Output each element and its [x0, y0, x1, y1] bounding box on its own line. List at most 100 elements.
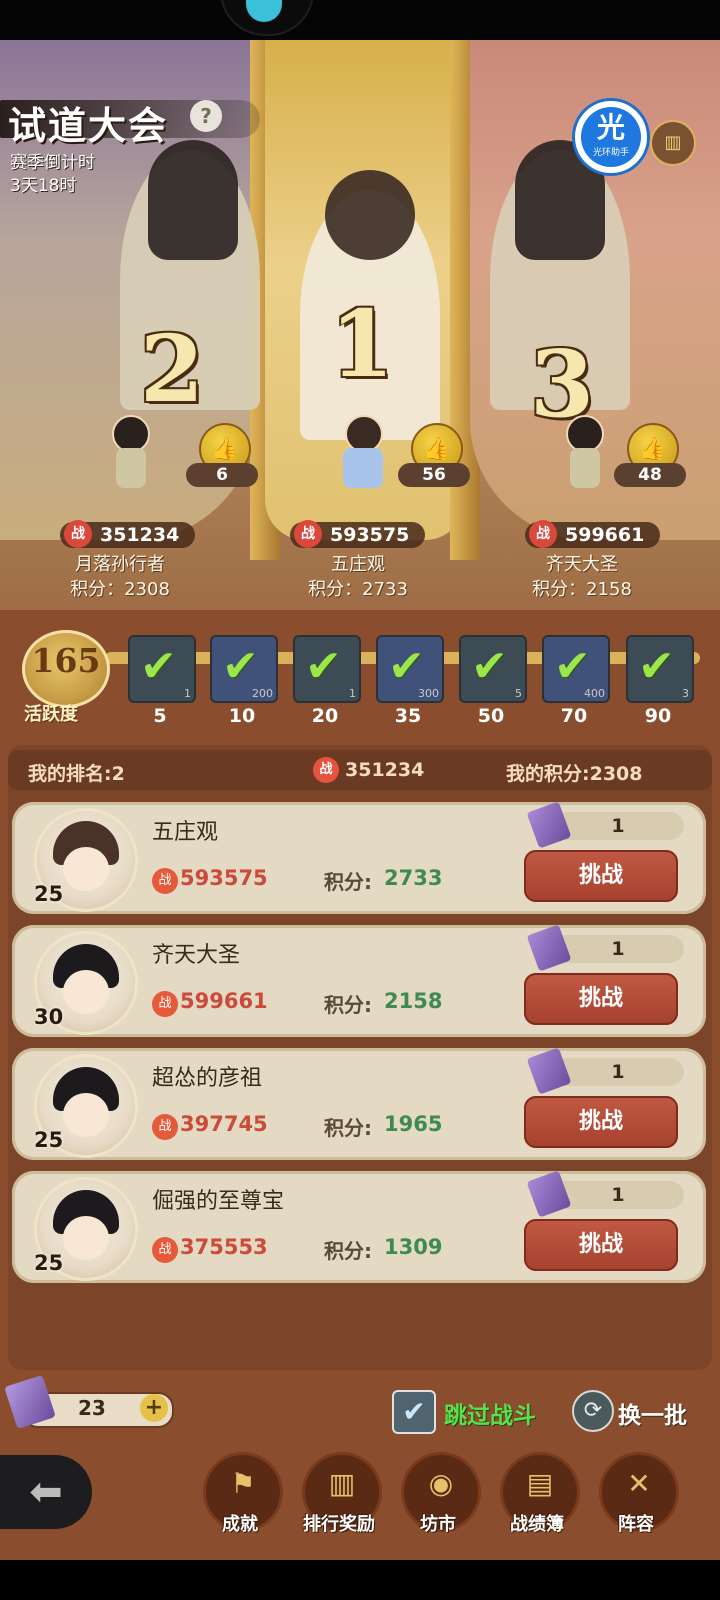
- skip-battle-checkbox[interactable]: ✔: [392, 1390, 436, 1434]
- challenge-button[interactable]: 挑战: [524, 973, 678, 1025]
- bar-chart-icon[interactable]: ▥: [650, 120, 696, 166]
- ticket-icon: [526, 924, 572, 972]
- nav-label[interactable]: 成就: [195, 1510, 285, 1536]
- activity-reward-chest[interactable]: ✔ 1: [128, 635, 196, 703]
- power-pill-rank-2: 战 351234: [60, 520, 196, 548]
- ticket-icon: [526, 801, 572, 849]
- back-arrow-icon[interactable]: ⬅: [0, 1455, 92, 1529]
- skip-battle-label[interactable]: 跳过战斗: [444, 1396, 536, 1430]
- checkmark-icon: ✔: [222, 641, 259, 692]
- ticket-cost: 1: [552, 935, 684, 963]
- checkmark-icon: ✔: [638, 641, 675, 692]
- power-flame-icon: 战: [294, 520, 322, 548]
- activity-reward-chest[interactable]: ✔ 5: [459, 635, 527, 703]
- refresh-icon[interactable]: ⟳: [572, 1390, 614, 1432]
- reward-amount: 200: [252, 687, 273, 700]
- help-button[interactable]: ?: [190, 100, 222, 132]
- opponent-power: 599661: [180, 989, 268, 1013]
- activity-reward-chest[interactable]: ✔ 400: [542, 635, 610, 703]
- chibi-body: [343, 448, 383, 488]
- ticket-icon: [526, 1170, 572, 1218]
- power-value: 593575: [330, 524, 410, 546]
- like-count-rank-1: 56: [398, 463, 470, 487]
- activity-label: 活跃度: [24, 704, 78, 725]
- ticket-cost: 1: [552, 1058, 684, 1086]
- scroll-icon: ▤: [526, 1467, 554, 1500]
- ranking-icon: ▥: [328, 1467, 356, 1500]
- formation-icon: ✕: [627, 1467, 651, 1500]
- banner-icon: ⚑: [230, 1467, 256, 1500]
- player-name-rank-2: 月落孙行者: [75, 554, 165, 575]
- opponent-score-label: 积分:: [324, 1239, 372, 1263]
- refresh-button[interactable]: 换一批: [618, 1396, 687, 1430]
- rank-number-2: 2: [140, 315, 205, 423]
- challenge-button[interactable]: 挑战: [524, 1096, 678, 1148]
- countdown-value: 3天18时: [10, 176, 77, 196]
- power-flame-icon: 战: [152, 991, 178, 1017]
- opponent-card: 25 倔强的至尊宝 战 375553 积分: 1309 1 挑战: [12, 1170, 706, 1283]
- activity-reward-chest[interactable]: ✔ 300: [376, 635, 444, 703]
- countdown-label: 赛季倒计时: [10, 153, 95, 173]
- assistant-app-button[interactable]: 光 光环助手: [572, 98, 650, 176]
- opponent-name: 五庄观: [152, 820, 219, 845]
- top-bar: [0, 0, 720, 40]
- milestone-threshold: 70: [560, 705, 588, 727]
- opponent-score-label: 积分:: [324, 870, 372, 894]
- activity-reward-chest[interactable]: ✔ 3: [626, 635, 694, 703]
- challenge-button[interactable]: 挑战: [524, 1219, 678, 1271]
- opponent-power: 375553: [180, 1235, 268, 1259]
- activity-badge: 165: [22, 630, 110, 708]
- opponent-score: 2158: [384, 989, 443, 1013]
- opponent-level: 30: [34, 1005, 64, 1029]
- opponent-name: 超怂的彦祖: [152, 1066, 263, 1091]
- reward-amount: 1: [184, 687, 191, 700]
- power-flame-icon: 战: [529, 520, 557, 548]
- checkmark-icon: ✔: [471, 641, 508, 692]
- avatar-face: [63, 970, 109, 1014]
- like-count-rank-3: 48: [614, 463, 686, 487]
- my-power: 351234: [345, 759, 425, 781]
- assistant-icon: 光 光环助手: [581, 107, 641, 167]
- player-name-rank-3: 齐天大圣: [546, 554, 618, 575]
- activity-reward-chest[interactable]: ✔ 200: [210, 635, 278, 703]
- nav-label[interactable]: 阵容: [591, 1510, 681, 1536]
- avatar-face: [63, 847, 109, 891]
- checkmark-icon: ✔: [305, 641, 342, 692]
- power-flame-icon: 战: [313, 757, 339, 783]
- chibi-body: [116, 448, 146, 488]
- nav-label[interactable]: 战绩簿: [492, 1510, 582, 1536]
- assistant-label: 光环助手: [592, 148, 629, 158]
- opponent-power: 593575: [180, 866, 268, 890]
- avatar-face: [63, 1216, 109, 1260]
- player-score-rank-2: 积分：2308: [70, 579, 170, 600]
- power-value: 351234: [100, 524, 180, 546]
- chibi-body: [570, 448, 600, 488]
- reward-amount: 300: [418, 687, 439, 700]
- power-flame-icon: 战: [152, 1114, 178, 1140]
- milestone-threshold: 5: [153, 705, 167, 727]
- nav-label[interactable]: 坊市: [393, 1510, 483, 1536]
- add-ticket-button[interactable]: +: [140, 1394, 168, 1422]
- rank-number-1: 1: [330, 290, 395, 398]
- power-flame-icon: 战: [152, 868, 178, 894]
- opponent-score: 1309: [384, 1235, 443, 1259]
- challenge-button[interactable]: 挑战: [524, 850, 678, 902]
- player-score-rank-1: 积分：2733: [308, 579, 408, 600]
- checkmark-icon: ✔: [140, 641, 177, 692]
- reward-amount: 1: [349, 687, 356, 700]
- opponent-level: 25: [34, 882, 64, 906]
- milestone-threshold: 20: [311, 705, 339, 727]
- my-score: 我的积分:2308: [506, 763, 643, 785]
- my-status-bar: 我的排名:2 战 351234 我的积分:2308: [8, 750, 712, 790]
- opponent-name: 齐天大圣: [152, 943, 241, 968]
- activity-reward-chest[interactable]: ✔ 1: [293, 635, 361, 703]
- checkmark-icon: ✔: [554, 641, 591, 692]
- checkmark-icon: ✔: [388, 641, 425, 692]
- milestone-threshold: 10: [228, 705, 256, 727]
- opponent-card: 30 齐天大圣 战 599661 积分: 2158 1 挑战: [12, 924, 706, 1037]
- avatar-face: [63, 1093, 109, 1137]
- nav-label[interactable]: 排行奖励: [294, 1510, 384, 1536]
- player-score-rank-3: 积分：2158: [532, 579, 632, 600]
- reward-amount: 3: [682, 687, 689, 700]
- opponent-level: 25: [34, 1128, 64, 1152]
